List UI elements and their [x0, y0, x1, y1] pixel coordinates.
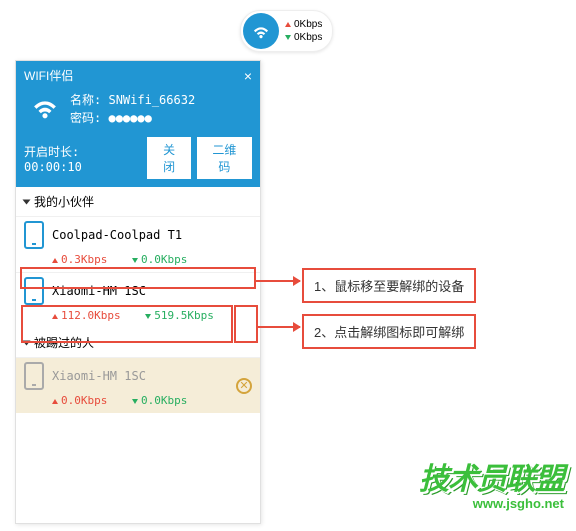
wifi-password-row: 密码: ●●●●●● — [70, 109, 195, 127]
wifi-icon — [243, 13, 279, 49]
device-name: Xiaomi-HM 1SC — [52, 369, 146, 383]
annotation-callout-1: 1、鼠标移至要解绑的设备 — [302, 268, 476, 303]
close-icon[interactable]: × — [244, 68, 252, 84]
device-upload: 0.0Kbps — [52, 394, 107, 407]
section-kicked[interactable]: 被踢过的人 — [16, 328, 260, 357]
status-pill[interactable]: 0Kbps 0Kbps — [240, 10, 333, 52]
annotation-arrow — [256, 280, 300, 282]
wifi-name-row: 名称: SNWifi_66632 — [70, 91, 195, 109]
window-header: WIFI伴侣 × 名称: SNWifi_66632 密码: ●●●●●● 开启时… — [16, 61, 260, 187]
device-download: 519.5Kbps — [145, 309, 214, 322]
close-button[interactable]: 关闭 — [147, 137, 190, 179]
download-speed: 0Kbps — [285, 31, 322, 44]
device-upload: 112.0Kbps — [52, 309, 121, 322]
annotation-callout-2: 2、点击解绑图标即可解绑 — [302, 314, 476, 349]
wifi-icon — [28, 90, 62, 127]
empty-area — [16, 413, 260, 523]
uptime: 开启时长: 00:00:10 — [24, 143, 141, 174]
phone-icon — [24, 277, 44, 305]
qrcode-button[interactable]: 二维码 — [197, 137, 252, 179]
device-item[interactable]: Coolpad-Coolpad T1 0.3Kbps 0.0Kbps — [16, 216, 260, 272]
annotation-arrow — [258, 326, 300, 328]
device-name: Coolpad-Coolpad T1 — [52, 228, 182, 242]
window-title: WIFI伴侣 — [24, 67, 73, 84]
wifi-companion-window: WIFI伴侣 × 名称: SNWifi_66632 密码: ●●●●●● 开启时… — [15, 60, 261, 524]
status-speeds: 0Kbps 0Kbps — [285, 18, 322, 44]
phone-icon — [24, 221, 44, 249]
device-item[interactable]: Xiaomi-HM 1SC 112.0Kbps 519.5Kbps — [16, 272, 260, 328]
phone-icon — [24, 362, 44, 390]
device-name: Xiaomi-HM 1SC — [52, 284, 146, 298]
unbind-icon[interactable]: ✕ — [236, 378, 252, 394]
watermark-url: www.jsgho.net — [419, 496, 564, 511]
device-download: 0.0Kbps — [132, 394, 187, 407]
section-partners[interactable]: 我的小伙伴 — [16, 187, 260, 216]
watermark-brand: 技术员联盟 — [419, 454, 564, 498]
device-download: 0.0Kbps — [132, 253, 187, 266]
upload-speed: 0Kbps — [285, 18, 322, 31]
watermark: 技术员联盟 www.jsgho.net — [419, 454, 564, 511]
device-item-kicked[interactable]: Xiaomi-HM 1SC 0.0Kbps 0.0Kbps ✕ — [16, 357, 260, 413]
device-upload: 0.3Kbps — [52, 253, 107, 266]
